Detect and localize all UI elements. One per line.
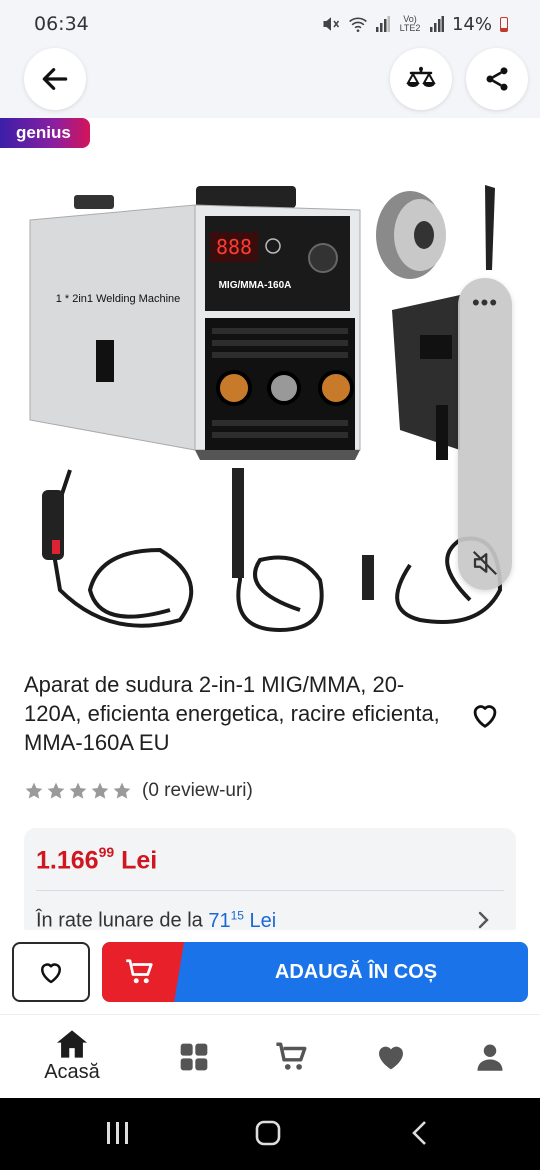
nav-label-home: Acasă (44, 1061, 100, 1083)
chevron-right-icon[interactable] (476, 910, 492, 930)
display-digits: 888 (216, 235, 252, 259)
nav-cart[interactable] (242, 1015, 342, 1099)
top-header (0, 48, 540, 118)
genius-badge: genius (0, 118, 90, 148)
action-bar: ADAUGĂ ÎN COȘ (0, 930, 540, 1014)
machine-body: 888 MIG/MMA-160A 1 * 2in1 Welding Machin… (29, 186, 361, 460)
installment-rate: 7115 Lei (208, 908, 277, 932)
star-icon (69, 782, 87, 799)
heart-icon (379, 1046, 403, 1070)
divider (36, 890, 504, 891)
nav-favorites[interactable] (341, 1015, 441, 1099)
arrow-left-icon (42, 68, 68, 90)
share-icon (486, 67, 508, 91)
status-icons: Vo) LTE2 14% (322, 14, 508, 35)
machine-label: 1 * 2in1 Welding Machine (56, 293, 181, 305)
star-icon (113, 782, 131, 799)
price-currency: Lei (121, 846, 158, 875)
scale-balance-icon (406, 66, 436, 87)
connector-plug (362, 555, 374, 600)
mig-torch-trigger (52, 540, 60, 554)
cart-icon-area (102, 942, 184, 1002)
wifi-icon (349, 17, 367, 32)
recent-apps-icon[interactable] (104, 1120, 132, 1146)
heart-outline-icon (473, 705, 497, 728)
compare-button[interactable] (390, 48, 452, 110)
rating-stars (24, 781, 132, 801)
star-icon (47, 782, 65, 799)
star-icon (25, 782, 43, 799)
product-title: Aparat de sudura 2-in-1 MIG/MMA, 20-120A… (24, 672, 440, 755)
add-to-cart-label: ADAUGĂ ÎN COȘ (274, 961, 438, 983)
home-system-icon[interactable] (254, 1120, 282, 1146)
bottom-nav: Acasă (0, 1014, 540, 1098)
cart-icon (126, 959, 153, 984)
add-to-cart-button[interactable]: ADAUGĂ ÎN COȘ (102, 942, 528, 1002)
product-page: 06:34 Vo) LTE2 14% genius 888 MIG/MMA-16… (0, 0, 540, 1170)
mute-icon (323, 17, 340, 31)
video-mute-overlay[interactable]: ••• (458, 278, 512, 590)
review-count[interactable]: (0 review-uri) (142, 780, 253, 802)
model-label: MIG/MMA-160A (219, 280, 292, 291)
volume-off-icon[interactable] (470, 548, 500, 578)
more-dots-icon[interactable]: ••• (458, 292, 512, 314)
favorite-button[interactable] (468, 698, 502, 732)
cart-icon (276, 1042, 307, 1070)
price-integer: 1.166 (36, 846, 99, 875)
installment-link[interactable]: În rate lunare de la 7115 Lei (36, 908, 276, 933)
welding-helmet (392, 295, 460, 460)
price: 1.16699 Lei (36, 844, 158, 875)
back-system-icon[interactable] (408, 1120, 432, 1146)
electrode-holder (232, 468, 244, 578)
back-button[interactable] (24, 48, 86, 110)
user-icon (477, 1044, 503, 1071)
signal-icon-2 (429, 16, 444, 32)
nav-home[interactable]: Acasă (22, 1015, 122, 1099)
star-icon (91, 782, 109, 799)
rating-row[interactable]: (0 review-uri) (24, 780, 253, 802)
system-nav-bar (0, 1098, 540, 1170)
price-decimals: 99 (98, 844, 115, 860)
installment-prefix: În rate lunare de la (36, 909, 203, 932)
heart-outline-icon (41, 963, 61, 984)
wishlist-button[interactable] (12, 942, 90, 1002)
nav-categories[interactable] (144, 1015, 244, 1099)
nav-account[interactable] (440, 1015, 540, 1099)
wire-spool (376, 191, 446, 279)
battery-icon (500, 16, 508, 32)
battery-percentage: 14% (451, 13, 492, 35)
price-card: 1.16699 Lei În rate lunare de la 7115 Le… (24, 828, 516, 938)
home-icon (57, 1030, 87, 1058)
cables (47, 469, 503, 633)
categories-icon (180, 1043, 208, 1071)
signal-icon (375, 16, 390, 32)
share-button[interactable] (466, 48, 528, 110)
volte-icon: Vo) LTE2 (399, 14, 421, 33)
status-time: 06:34 (34, 13, 89, 35)
status-bar: 06:34 Vo) LTE2 14% (0, 0, 540, 48)
